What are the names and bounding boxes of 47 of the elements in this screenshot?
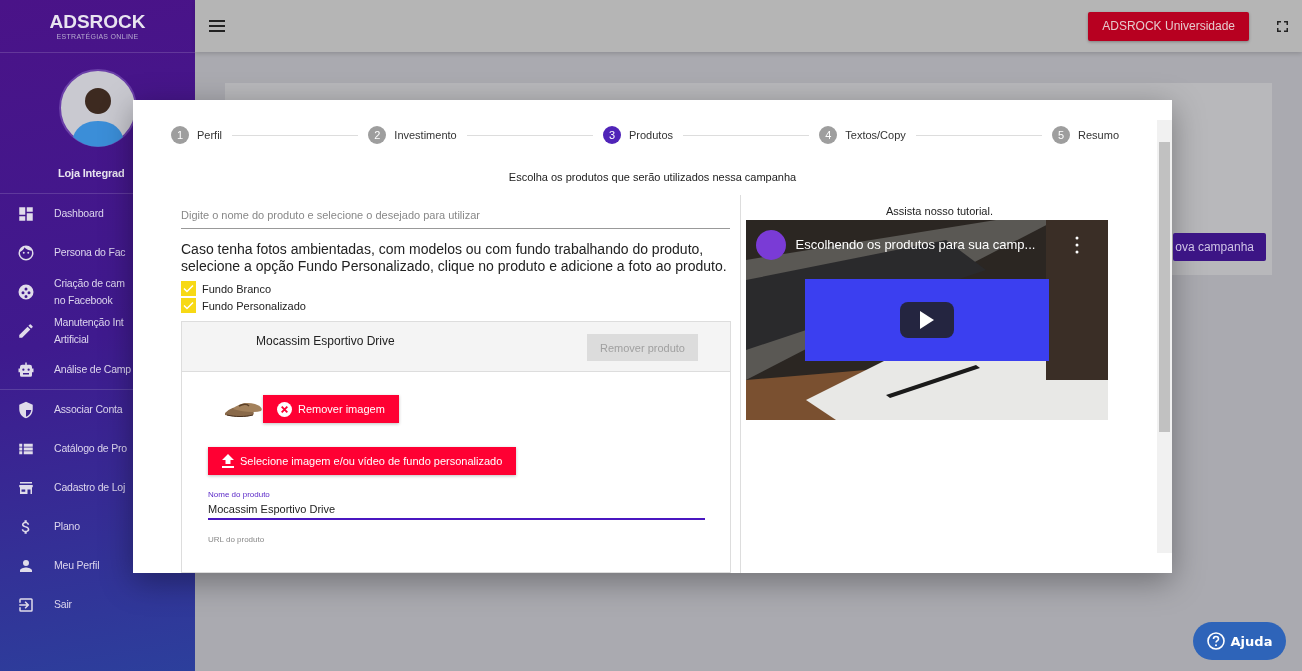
sidebar-item[interactable]: Análise de Camp — [0, 350, 195, 389]
sidebar-item[interactable]: Catálogo de Pro — [0, 429, 195, 468]
film-reel-icon — [17, 282, 35, 301]
step-label[interactable]: Perfil — [197, 129, 223, 141]
face-icon — [17, 243, 35, 262]
menu-icon[interactable] — [209, 20, 225, 32]
sidebar-item[interactable]: Criação de cam no Facebook — [0, 272, 195, 311]
user-name: Loja Integrad — [58, 167, 126, 181]
sidebar-item[interactable]: Plano — [0, 507, 195, 546]
fullscreen-icon[interactable] — [1277, 20, 1288, 32]
help-icon — [1206, 632, 1225, 650]
close-icon — [277, 401, 292, 417]
remove-image-button[interactable]: Remover imagem — [263, 395, 399, 423]
logo: ADSROCK — [49, 12, 146, 31]
sidebar-item[interactable]: Sair — [0, 585, 195, 624]
help-button[interactable]: Ajuda — [1193, 622, 1286, 660]
video-title: Escolhendo os produtos para sua camp... — [795, 237, 1036, 252]
checkbox[interactable] — [181, 281, 196, 296]
checkbox-label: Fundo Personalizado — [202, 299, 306, 312]
step-label[interactable]: Resumo — [1078, 129, 1120, 141]
scrollbar[interactable] — [1157, 120, 1172, 553]
sidebar-item[interactable]: Cadastro de Loj — [0, 468, 195, 507]
text-field[interactable]: Nome do produto Mocassim Esportivo Drive — [208, 490, 705, 520]
checkbox[interactable] — [181, 298, 196, 313]
step-label[interactable]: Produtos — [628, 129, 673, 141]
instruction-text: Escolha os produtos que serão utilizados nessa campanha — [507, 171, 798, 183]
pencil-icon — [17, 321, 35, 340]
robot-icon — [17, 360, 35, 379]
checkbox-label: Fundo Branco — [202, 282, 272, 295]
tutorial-caption: Assista nosso tutorial. — [886, 205, 993, 217]
university-button[interactable]: ADSROCK Universidade — [1088, 11, 1249, 41]
upload-icon — [222, 454, 234, 468]
video-player[interactable]: Escolhendo os produtos para sua camp... — [745, 220, 1108, 420]
sidebar-item[interactable]: Manutenção Int Artificial — [0, 311, 195, 350]
product-name: Mocassim Esportivo Drive — [256, 334, 395, 348]
step-label[interactable]: Textos/Copy — [845, 129, 906, 141]
sidebar-item[interactable]: Associar Conta — [0, 390, 195, 429]
upload-button[interactable]: Selecione imagem e/ou vídeo de fundo personalizado — [208, 447, 517, 475]
exit-icon — [17, 595, 35, 614]
step-number[interactable]: 3 — [602, 126, 621, 144]
new-campaign-button[interactable]: ova campanha — [1173, 233, 1266, 261]
shield-icon — [17, 400, 35, 419]
info-text: Caso tenha fotos ambientadas, com modelos ou com fundo trabalhando do produto, selecione a opção Fundo Personalizado, clique no produto e adicione a foto ao produto. — [181, 241, 728, 275]
step-label[interactable]: Investimento — [394, 129, 457, 141]
text-field[interactable]: URL do produto — [208, 535, 705, 547]
sidebar-item[interactable]: Meu Perfil — [0, 546, 195, 585]
dashboard-icon — [17, 204, 35, 223]
